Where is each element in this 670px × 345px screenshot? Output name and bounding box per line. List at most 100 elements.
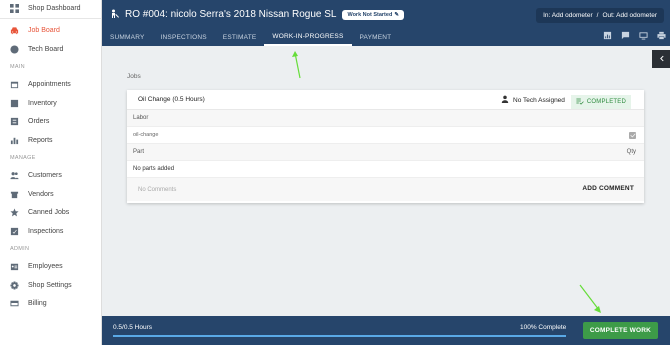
sidebar-item-label: Inventory: [28, 99, 57, 107]
vendors-icon: [10, 190, 19, 199]
chevron-left-icon: [658, 55, 665, 64]
odometer-out-link[interactable]: Out: Add odometer: [602, 12, 657, 19]
jobs-heading: Jobs: [127, 73, 141, 80]
sidebar-item-vendors[interactable]: Vendors: [0, 185, 101, 204]
star-icon: [10, 208, 19, 217]
sidebar-section-main: MAIN: [10, 64, 25, 70]
job-footer: No Comments ADD COMMENT: [127, 178, 644, 201]
tab-work-in-progress[interactable]: WORK-IN-PROGRESS: [264, 29, 352, 46]
sidebar-item-shop-settings[interactable]: Shop Settings: [0, 276, 101, 295]
status-badge-label: Work Not Started: [347, 11, 393, 18]
sidebar-item-label: Reports: [28, 136, 53, 144]
sidebar-item-shop-dashboard[interactable]: Shop Dashboard: [0, 0, 101, 19]
tab-payment[interactable]: PAYMENT: [352, 29, 400, 46]
sidebar-item-label: Canned Jobs: [28, 209, 70, 217]
gear-icon: [10, 281, 19, 290]
work-progress-bar: 0.5/0.5 Hours 100% Complete COMPLETE WOR…: [102, 316, 670, 345]
sidebar-item-employees[interactable]: Employees: [0, 258, 101, 277]
sidebar-item-billing[interactable]: Billing: [0, 295, 101, 314]
sidebar-item-reports[interactable]: Reports: [0, 131, 101, 150]
inventory-icon: [10, 99, 19, 108]
person-icon: [501, 95, 509, 105]
qty-header: Qty: [626, 149, 636, 155]
progress-fill: [113, 335, 566, 337]
sidebar-item-label: Customers: [28, 172, 62, 180]
sidebar-item-label: Orders: [28, 118, 50, 126]
message-icon[interactable]: [621, 31, 630, 42]
repair-order-header: RO #004: nicolo Serra's 2018 Nissan Rogu…: [102, 0, 670, 46]
sidebar-section-manage: MANAGE: [10, 155, 36, 161]
job-header: Oil Change (0.5 Hours): [127, 90, 644, 110]
edit-icon: ✎: [394, 11, 399, 18]
job-title: Oil Change (0.5 Hours): [138, 96, 205, 103]
ro-tabs: SUMMARY INSPECTIONS ESTIMATE WORK-IN-PRO…: [102, 29, 399, 46]
comments-empty-text: No Comments: [138, 186, 177, 193]
complete-work-button[interactable]: COMPLETE WORK: [582, 322, 658, 339]
sidebar-item-tech-board[interactable]: Tech Board: [0, 40, 101, 59]
chart-icon[interactable]: [603, 31, 612, 42]
labor-header: Labor: [133, 115, 149, 121]
sidebar-item-label: Shop Settings: [28, 281, 72, 289]
tab-estimate[interactable]: ESTIMATE: [215, 29, 265, 46]
inspections-icon: [10, 227, 19, 236]
screen-icon[interactable]: [639, 31, 648, 42]
add-comment-button[interactable]: ADD COMMENT: [582, 185, 634, 192]
gauge-icon: [10, 45, 19, 54]
sidebar-item-label: Shop Dashboard: [28, 5, 81, 13]
tab-summary[interactable]: SUMMARY: [102, 29, 153, 46]
header-actions: [603, 31, 666, 42]
collapse-panel-button[interactable]: [652, 50, 670, 68]
sidebar-item-appointments[interactable]: Appointments: [0, 76, 101, 95]
odometer-in-link[interactable]: In: Add odometer: [543, 12, 593, 19]
sidebar-item-inspections[interactable]: Inspections: [0, 222, 101, 241]
calendar-icon: [10, 80, 19, 89]
car-icon: [10, 26, 19, 35]
annotation-arrow-icon: [292, 51, 301, 79]
labor-header-row: Labor: [127, 110, 644, 127]
odometer-separator: /: [596, 12, 599, 19]
job-status-badge[interactable]: COMPLETED: [570, 95, 631, 109]
part-header: Part: [133, 149, 145, 155]
sidebar-item-label: Billing: [28, 300, 47, 308]
sidebar-item-label: Appointments: [28, 81, 71, 89]
orders-icon: [10, 117, 19, 126]
sidebar-item-label: Tech Board: [28, 45, 64, 53]
sidebar: Shop Dashboard Job Board Tech Board MAIN…: [0, 0, 102, 345]
labor-row: oil-change: [127, 127, 644, 144]
hours-label: 0.5/0.5 Hours: [113, 324, 153, 331]
page-title: RO #004: nicolo Serra's 2018 Nissan Rogu…: [125, 9, 337, 20]
sidebar-section-admin: ADMIN: [10, 246, 30, 252]
checklist-icon: [576, 97, 584, 107]
job-status-label: COMPLETED: [586, 99, 626, 105]
percent-complete-label: 100% Complete: [520, 324, 567, 331]
labor-item-name: oil-change: [133, 132, 159, 138]
tech-label: No Tech Assigned: [513, 96, 565, 104]
sidebar-item-label: Vendors: [28, 190, 54, 198]
sidebar-item-label: Employees: [28, 263, 63, 271]
sidebar-item-inventory[interactable]: Inventory: [0, 94, 101, 113]
status-badge[interactable]: Work Not Started ✎: [342, 9, 404, 20]
progress-track: [113, 335, 566, 337]
parts-empty-text: No parts added: [133, 166, 175, 172]
sidebar-item-orders[interactable]: Orders: [0, 113, 101, 132]
annotation-arrow-icon: [579, 284, 601, 313]
sidebar-item-canned-jobs[interactable]: Canned Jobs: [0, 204, 101, 223]
print-icon[interactable]: [657, 31, 666, 42]
sidebar-item-job-board[interactable]: Job Board: [0, 22, 101, 41]
tab-inspections[interactable]: INSPECTIONS: [153, 29, 215, 46]
tech-assignment[interactable]: No Tech Assigned: [501, 95, 565, 105]
labor-checkbox[interactable]: [629, 131, 636, 139]
parts-empty-row: No parts added: [127, 161, 644, 178]
sidebar-item-label: Inspections: [28, 227, 64, 235]
job-card: Oil Change (0.5 Hours) No Tech Assigned …: [127, 90, 644, 203]
odometer-panel: In: Add odometer / Out: Add odometer: [536, 8, 664, 23]
sidebar-item-customers[interactable]: Customers: [0, 167, 101, 186]
reports-icon: [10, 136, 19, 145]
dashboard-icon: [10, 4, 19, 14]
mechanic-icon: [110, 9, 120, 21]
customers-icon: [10, 171, 19, 180]
employees-icon: [10, 262, 19, 271]
sidebar-item-label: Job Board: [28, 27, 60, 35]
part-header-row: Part Qty: [127, 144, 644, 161]
credit-card-icon: [10, 299, 19, 308]
